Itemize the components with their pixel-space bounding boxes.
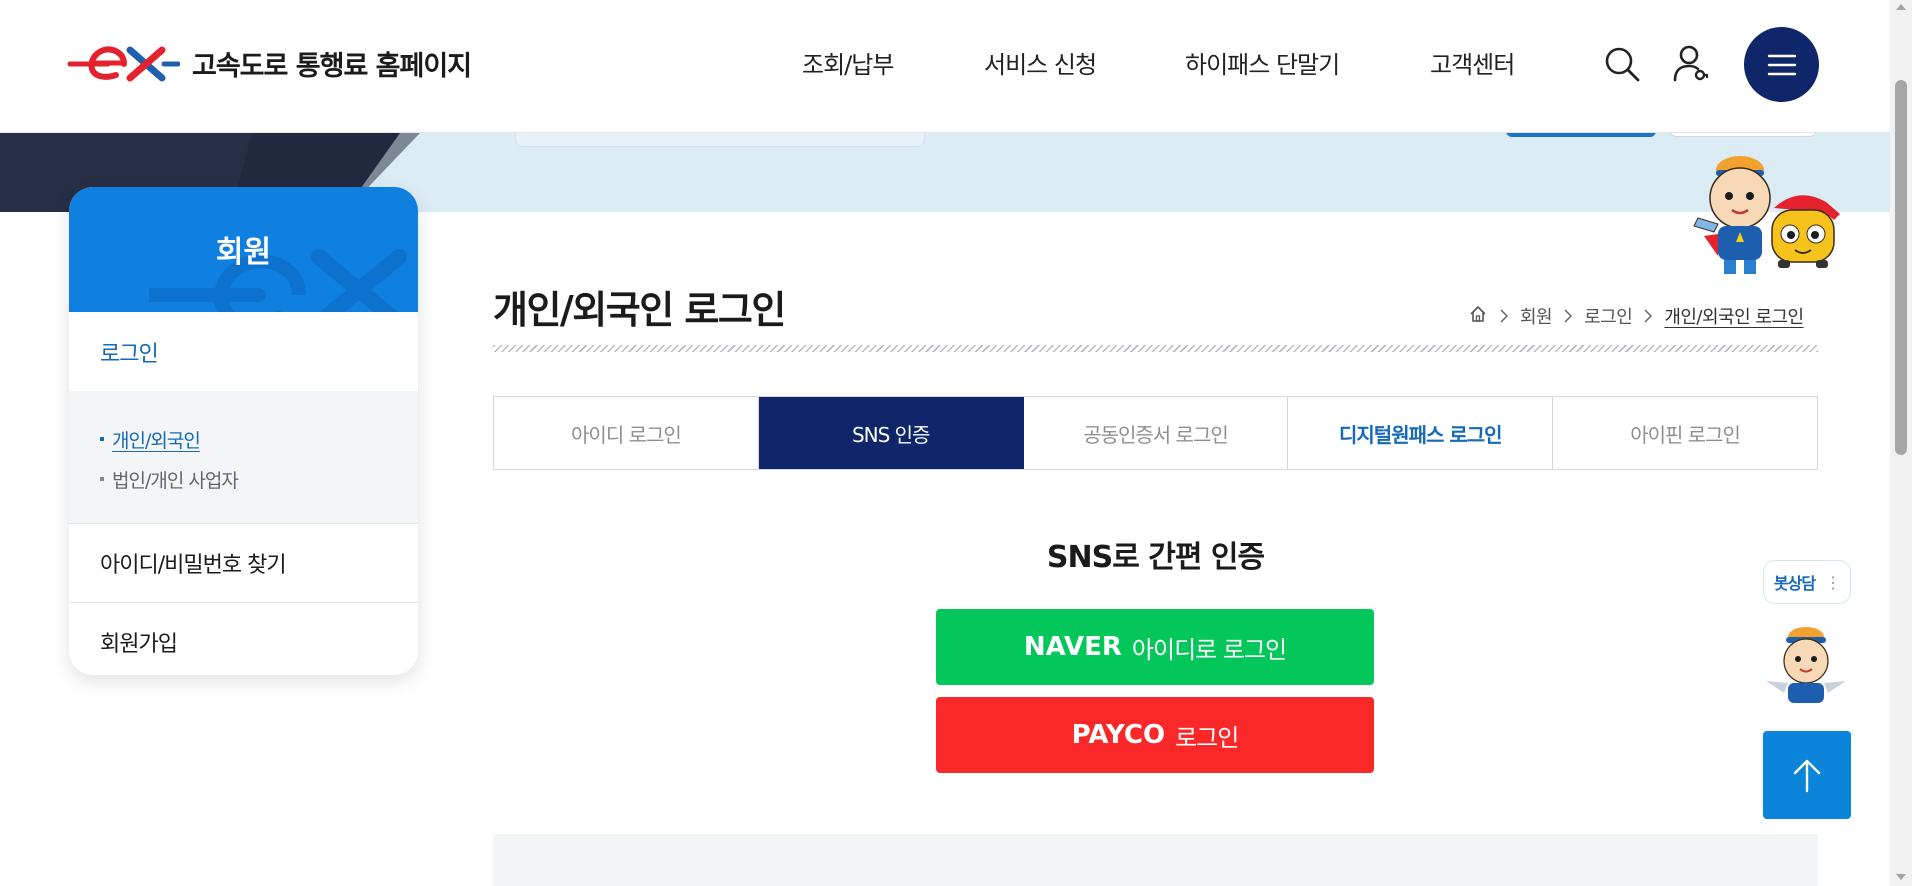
breadcrumb-item-current[interactable]: 개인/외국인 로그인 xyxy=(1664,303,1804,329)
chevron-right-icon xyxy=(1643,309,1653,323)
sidebar: 회원 로그인 개인/외국인 법인/개인 사업자 아이디/비밀번호 찾기 회원가입 xyxy=(69,187,418,675)
banner-search-box-edge xyxy=(515,133,925,147)
chatbot-label: 봇상담 xyxy=(1773,574,1816,593)
payco-login-label: 로그인 xyxy=(1175,723,1239,752)
naver-brand: NAVER xyxy=(1023,632,1122,662)
breadcrumb: 회원 로그인 개인/외국인 로그인 xyxy=(1468,303,1804,329)
login-tabs: 아이디 로그인 SNS 인증 공동인증서 로그인 디지털원패스 로그인 아이핀 … xyxy=(493,396,1818,470)
tab-digital-onepass-login[interactable]: 디지털원패스 로그인 xyxy=(1288,397,1554,469)
naver-login-label: 아이디로 로그인 xyxy=(1131,635,1287,664)
sidebar-item-join[interactable]: 회원가입 xyxy=(69,602,418,675)
tab-sns-auth[interactable]: SNS 인증 xyxy=(758,397,1024,469)
scroll-down-arrow-icon[interactable] xyxy=(1896,874,1906,880)
hamburger-menu-button[interactable] xyxy=(1744,27,1819,102)
mascot-illustration xyxy=(1693,156,1840,274)
ex-logo-icon xyxy=(67,46,180,82)
user-login-icon[interactable] xyxy=(1666,40,1714,88)
sidebar-subitem-label: 법인/개인 사업자 xyxy=(112,469,239,492)
more-vertical-icon: ⋮ xyxy=(1825,572,1841,592)
scroll-to-top-button[interactable] xyxy=(1763,731,1851,819)
bullet-icon xyxy=(100,437,104,441)
site-title: 고속도로 통행료 홈페이지 xyxy=(192,50,472,82)
sidebar-subitem-personal-foreigner[interactable]: 개인/외국인 xyxy=(100,419,418,459)
search-icon[interactable] xyxy=(1598,40,1646,88)
tab-id-login[interactable]: 아이디 로그인 xyxy=(494,397,759,469)
banner-blue-button-edge xyxy=(1506,133,1656,212)
breadcrumb-item-login[interactable]: 로그인 xyxy=(1584,303,1633,329)
nav-inquiry-payment[interactable]: 조회/납부 xyxy=(802,45,894,80)
chatbot-label-button[interactable]: 봇상담 ⋮ xyxy=(1763,560,1851,604)
hamburger-menu-icon xyxy=(1767,54,1796,75)
nav-service-apply[interactable]: 서비스 신청 xyxy=(984,45,1097,80)
naver-login-button[interactable]: NAVER 아이디로 로그인 xyxy=(936,609,1374,685)
chevron-right-icon xyxy=(1499,309,1509,323)
sidebar-subitem-label: 개인/외국인 xyxy=(112,429,201,452)
sns-section-title: SNS로 간편 인증 xyxy=(1046,540,1265,575)
nav-customer-center[interactable]: 고객센터 xyxy=(1430,45,1515,80)
page-title: 개인/외국인 로그인 xyxy=(493,288,786,332)
sidebar-item-login[interactable]: 로그인 xyxy=(69,312,418,391)
info-box xyxy=(493,834,1818,886)
tab-certificate-login[interactable]: 공동인증서 로그인 xyxy=(1024,397,1289,469)
tab-ipin-login[interactable]: 아이핀 로그인 xyxy=(1553,397,1817,469)
site-header: 고속도로 통행료 홈페이지 조회/납부 서비스 신청 하이패스 단말기 고객센터 xyxy=(0,0,1890,133)
bullet-icon xyxy=(100,477,104,481)
chatbot-mascot-icon[interactable] xyxy=(1762,621,1850,705)
arrow-up-icon xyxy=(1793,759,1821,793)
scroll-thumb[interactable] xyxy=(1895,80,1907,455)
breadcrumb-item-member[interactable]: 회원 xyxy=(1520,303,1553,329)
sidebar-subitem-corporate[interactable]: 법인/개인 사업자 xyxy=(100,459,418,499)
chevron-right-icon xyxy=(1563,309,1573,323)
sidebar-submenu: 개인/외국인 법인/개인 사업자 xyxy=(69,391,418,523)
page-scrollbar[interactable] xyxy=(1890,0,1912,886)
payco-brand: PAYCO xyxy=(1071,720,1166,750)
scroll-up-arrow-icon[interactable] xyxy=(1896,4,1906,10)
sidebar-title: 회원 xyxy=(215,235,272,270)
title-divider xyxy=(493,345,1818,352)
home-icon[interactable] xyxy=(1468,304,1488,329)
sidebar-header: 회원 xyxy=(69,187,418,312)
payco-login-button[interactable]: PAYCO 로그인 xyxy=(936,697,1374,773)
sidebar-item-find-id-password[interactable]: 아이디/비밀번호 찾기 xyxy=(69,523,418,602)
site-logo[interactable]: 고속도로 통행료 홈페이지 xyxy=(66,40,472,86)
nav-hipass-device[interactable]: 하이패스 단말기 xyxy=(1185,45,1340,80)
